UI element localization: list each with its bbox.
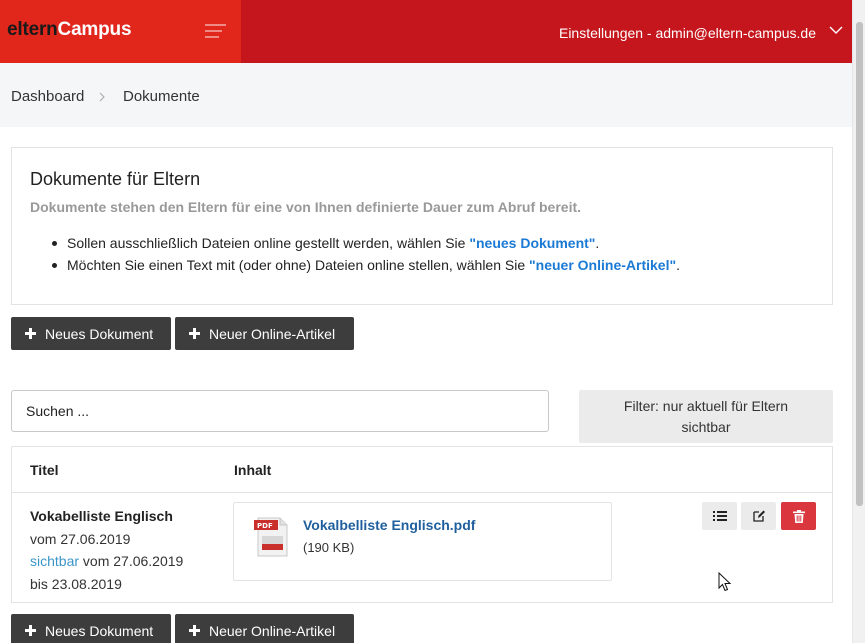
hint-neuer-online-artikel: "neuer Online-Artikel" [529,257,677,273]
info-card: Dokumente für Eltern Dokumente stehen de… [11,147,833,305]
new-article-button-bottom[interactable]: Neuer Online-Artikel [175,614,354,643]
visibility-label: sichtbar [30,553,80,569]
edit-button[interactable] [741,502,776,530]
new-article-button[interactable]: Neuer Online-Artikel [175,317,354,350]
documents-table: Titel Inhalt Vokabelliste Englisch vom 2… [11,446,833,603]
filter-visible-button[interactable]: Filter: nur aktuell für Eltern sichtbar [579,390,833,443]
column-header-titel: Titel [30,462,59,478]
visible-until-date: bis 23.08.2019 [30,575,122,592]
settings-menu[interactable]: Einstellungen - admin@eltern-campus.de [559,25,816,41]
list-icon [712,511,727,521]
file-attachment[interactable]: PDF Vokalbelliste Englisch.pdf (190 KB) [233,502,612,581]
column-header-inhalt: Inhalt [234,462,272,478]
created-date: vom 27.06.2019 [30,530,131,547]
edit-icon [752,510,765,522]
page-scrollbar[interactable] [852,0,865,643]
mouse-cursor-icon [718,572,732,592]
trash-icon [792,509,805,523]
file-size: (190 KB) [303,540,355,555]
new-document-button-bottom[interactable]: Neues Dokument [11,614,171,643]
brand-text-campus: Campus [57,19,132,40]
hint-neues-dokument: "neues Dokument" [469,235,596,251]
hamburger-icon[interactable] [205,24,226,38]
chevron-down-icon[interactable] [829,26,843,35]
breadcrumb: Dashboard Dokumente [0,63,852,127]
chevron-right-icon [99,92,105,102]
page-subtitle: Dokumente stehen den Eltern für eine von… [30,199,582,215]
plus-icon [189,625,200,636]
visibility-range: sichtbar vom 27.06.2019 [30,553,184,569]
file-link[interactable]: Vokalbelliste Englisch.pdf [303,517,475,533]
breadcrumb-dashboard[interactable]: Dashboard [11,88,84,105]
details-button[interactable] [702,502,737,530]
table-header-divider [12,492,832,493]
document-title: Vokabelliste Englisch [30,508,173,524]
plus-icon [25,328,36,339]
plus-icon [189,328,200,339]
top-bar: elternCampus Einstellungen - admin@elter… [0,0,852,63]
pdf-file-icon: PDF [254,517,288,557]
breadcrumb-dokumente: Dokumente [123,88,200,105]
info-list-item: Sollen ausschließlich Dateien online ges… [30,232,680,254]
brand-logo[interactable]: elternCampus [7,19,132,41]
delete-button[interactable] [781,502,816,530]
brand-area: elternCampus [0,0,241,63]
new-document-button[interactable]: Neues Dokument [11,317,171,350]
plus-icon [25,625,36,636]
pdf-badge-text: PDF [257,522,273,530]
table-row: Vokabelliste Englisch vom 27.06.2019 sic… [30,505,183,595]
page-title: Dokumente für Eltern [30,169,201,189]
brand-text-eltern: eltern [7,19,58,40]
info-list-item: Möchten Sie einen Text mit (oder ohne) D… [30,254,680,276]
search-input[interactable] [11,390,549,432]
scrollbar-thumb[interactable] [856,22,863,506]
info-list: Sollen ausschließlich Dateien online ges… [30,232,680,276]
